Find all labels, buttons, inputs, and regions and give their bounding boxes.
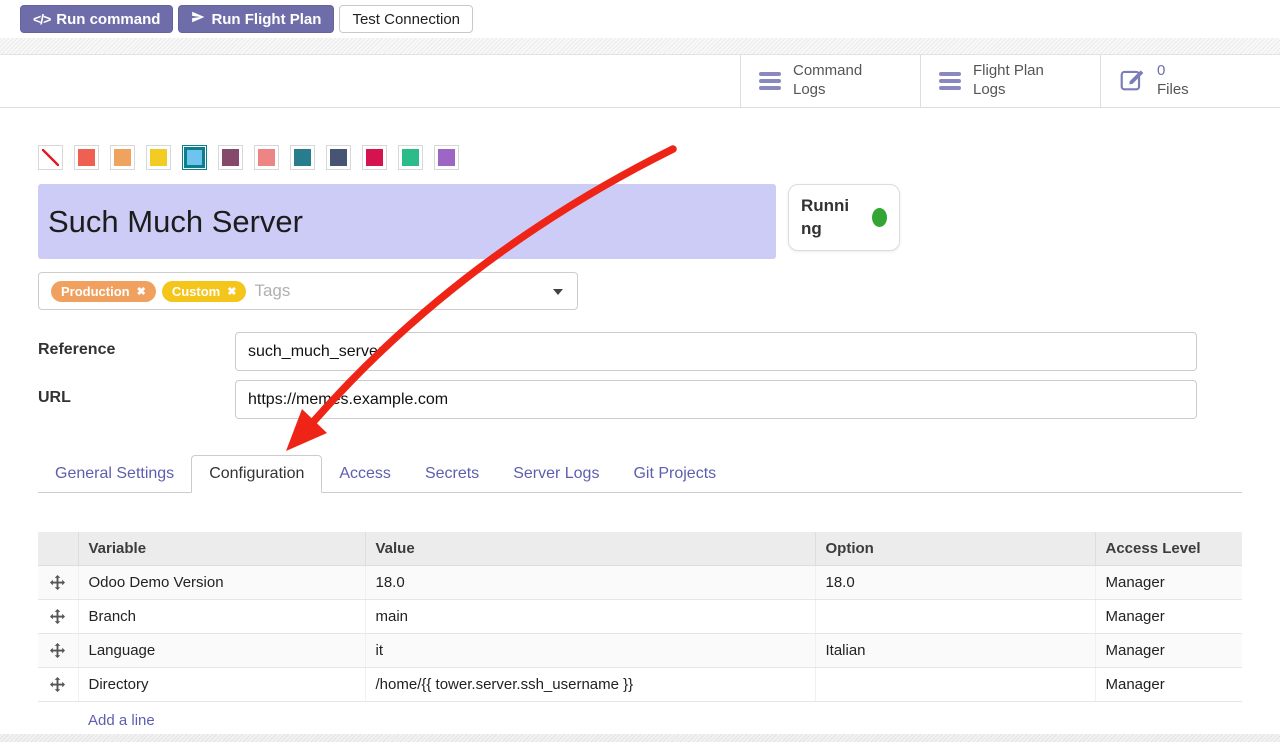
run-command-button[interactable]: </> Run command: [20, 5, 173, 33]
tag-production-label: Production: [61, 284, 130, 299]
status-dot: [872, 208, 887, 227]
handle-column-header: [38, 532, 78, 565]
tag-production[interactable]: Production ✖: [51, 281, 156, 302]
variable-column-header: Variable: [78, 532, 365, 565]
cell-option[interactable]: [815, 667, 1095, 701]
cell-variable[interactable]: Directory: [78, 667, 365, 701]
cell-access-level[interactable]: Manager: [1095, 667, 1242, 701]
status-label: Running: [801, 195, 859, 239]
notebook-tabs: General Settings Configuration Access Se…: [38, 455, 1242, 493]
files-button[interactable]: 0 Files: [1100, 55, 1280, 107]
command-logs-button[interactable]: Command Logs: [740, 55, 920, 107]
cell-access-level[interactable]: Manager: [1095, 565, 1242, 599]
stat-button-bar: Command Logs Flight Plan Logs 0 Files: [0, 55, 1280, 108]
drag-handle-icon[interactable]: [38, 599, 78, 633]
table-row[interactable]: Directory /home/{{ tower.server.ssh_user…: [38, 667, 1242, 701]
code-icon: </>: [33, 11, 50, 27]
url-input[interactable]: [235, 380, 1197, 419]
color-swatch-green[interactable]: [398, 145, 423, 170]
color-swatch-teal[interactable]: [290, 145, 315, 170]
background-texture-band: [0, 38, 1280, 55]
test-connection-button[interactable]: Test Connection: [339, 5, 473, 33]
test-connection-label: Test Connection: [352, 11, 460, 28]
tab-general-settings[interactable]: General Settings: [38, 456, 191, 492]
color-picker: [38, 145, 1242, 170]
color-swatch-salmon[interactable]: [254, 145, 279, 170]
configuration-table: Variable Value Option Access Level Odoo …: [38, 532, 1242, 702]
tab-access[interactable]: Access: [322, 456, 408, 492]
bottom-texture-strip: [0, 734, 1280, 742]
list-icon: [939, 72, 961, 90]
cell-option[interactable]: 18.0: [815, 565, 1095, 599]
option-column-header: Option: [815, 532, 1095, 565]
tag-custom[interactable]: Custom ✖: [162, 281, 247, 302]
value-column-header: Value: [365, 532, 815, 565]
run-flight-plan-label: Run Flight Plan: [211, 11, 321, 28]
color-swatch-dark-blue[interactable]: [326, 145, 351, 170]
cell-access-level[interactable]: Manager: [1095, 599, 1242, 633]
color-swatch-red[interactable]: [74, 145, 99, 170]
flight-plan-logs-label: Flight Plan Logs: [973, 62, 1044, 100]
access-level-column-header: Access Level: [1095, 532, 1242, 565]
url-label: URL: [38, 380, 235, 419]
drag-handle-icon[interactable]: [38, 565, 78, 599]
color-swatch-orange[interactable]: [110, 145, 135, 170]
color-swatch-yellow[interactable]: [146, 145, 171, 170]
cell-variable[interactable]: Odoo Demo Version: [78, 565, 365, 599]
form-content: Such Much Server Running Production ✖ Cu…: [0, 145, 1280, 739]
cell-value[interactable]: /home/{{ tower.server.ssh_username }}: [365, 667, 815, 701]
color-swatch-light-blue-selected[interactable]: [182, 145, 207, 170]
run-flight-plan-button[interactable]: Run Flight Plan: [178, 5, 334, 33]
reference-input[interactable]: [235, 332, 1197, 371]
status-card: Running: [788, 184, 900, 251]
drag-handle-icon[interactable]: [38, 667, 78, 701]
cell-option[interactable]: Italian: [815, 633, 1095, 667]
table-row[interactable]: Odoo Demo Version 18.0 18.0 Manager: [38, 565, 1242, 599]
tags-input[interactable]: Production ✖ Custom ✖ Tags: [38, 272, 578, 310]
files-count: 0: [1157, 62, 1165, 79]
server-name-input[interactable]: Such Much Server: [38, 184, 776, 259]
flight-plan-logs-button[interactable]: Flight Plan Logs: [920, 55, 1100, 107]
color-swatch-none[interactable]: [38, 145, 63, 170]
table-row[interactable]: Language it Italian Manager: [38, 633, 1242, 667]
cell-access-level[interactable]: Manager: [1095, 633, 1242, 667]
tab-server-logs[interactable]: Server Logs: [496, 456, 616, 492]
cell-value[interactable]: it: [365, 633, 815, 667]
tab-secrets[interactable]: Secrets: [408, 456, 496, 492]
edit-icon: [1119, 66, 1145, 97]
cell-value[interactable]: main: [365, 599, 815, 633]
color-swatch-dark-purple[interactable]: [218, 145, 243, 170]
add-a-line-link[interactable]: Add a line: [38, 702, 1242, 739]
remove-tag-icon[interactable]: ✖: [137, 285, 146, 298]
top-action-bar: </> Run command Run Flight Plan Test Con…: [0, 0, 1280, 38]
files-label: 0 Files: [1157, 62, 1189, 100]
tag-custom-label: Custom: [172, 284, 220, 299]
color-swatch-magenta[interactable]: [362, 145, 387, 170]
cell-option[interactable]: [815, 599, 1095, 633]
tab-git-projects[interactable]: Git Projects: [616, 456, 733, 492]
list-icon: [759, 72, 781, 90]
run-command-label: Run command: [56, 11, 160, 28]
paper-plane-icon: [191, 10, 205, 28]
cell-variable[interactable]: Language: [78, 633, 365, 667]
tags-placeholder: Tags: [254, 281, 290, 301]
table-row[interactable]: Branch main Manager: [38, 599, 1242, 633]
drag-handle-icon[interactable]: [38, 633, 78, 667]
reference-label: Reference: [38, 332, 235, 371]
cell-value[interactable]: 18.0: [365, 565, 815, 599]
tab-configuration[interactable]: Configuration: [191, 455, 322, 493]
remove-tag-icon[interactable]: ✖: [227, 285, 236, 298]
command-logs-label: Command Logs: [793, 62, 862, 100]
caret-down-icon[interactable]: [553, 289, 563, 295]
color-swatch-purple[interactable]: [434, 145, 459, 170]
cell-variable[interactable]: Branch: [78, 599, 365, 633]
